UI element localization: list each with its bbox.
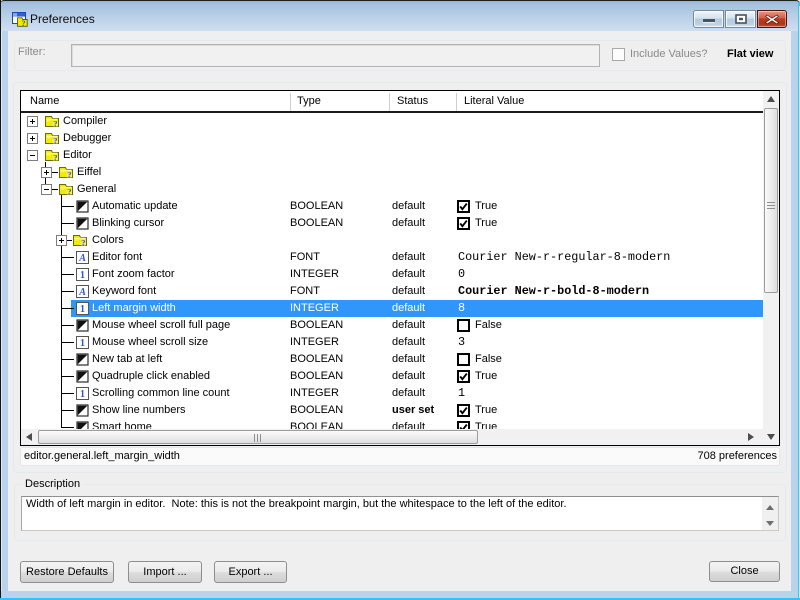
svg-text:1: 1: [80, 338, 85, 349]
svg-text:?: ?: [67, 169, 71, 179]
svg-text:1: 1: [80, 304, 85, 315]
svg-text:?: ?: [81, 237, 85, 247]
svg-text:A: A: [78, 253, 86, 264]
svg-text:1: 1: [80, 270, 85, 281]
svg-text:?: ?: [53, 152, 57, 162]
svg-text:?: ?: [53, 135, 57, 145]
svg-text:?: ?: [53, 118, 57, 128]
svg-text:?: ?: [22, 19, 26, 27]
svg-text:1: 1: [80, 389, 85, 400]
svg-text:A: A: [78, 287, 86, 298]
svg-text:?: ?: [67, 186, 71, 196]
